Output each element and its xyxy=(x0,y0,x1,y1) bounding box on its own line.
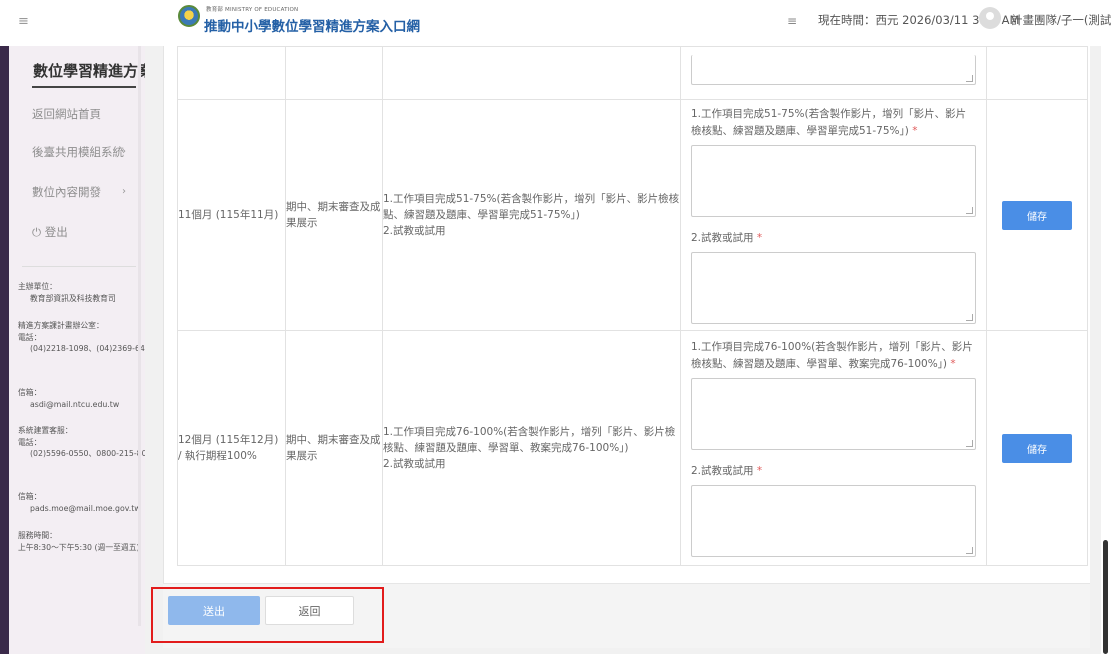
field-label: 2.試教或試用 * xyxy=(691,232,763,244)
chevron-right-icon: › xyxy=(122,186,126,197)
info-label: 電話： xyxy=(18,332,42,342)
ministry-logo-text: 教育部 MINISTRY OF EDUCATION xyxy=(206,7,299,13)
sidebar-scrollbar[interactable] xyxy=(138,46,141,626)
trial-textarea[interactable] xyxy=(691,55,976,85)
top-header: ≡ 教育部 MINISTRY OF EDUCATION 推動中小學數位學習精進方… xyxy=(0,0,1111,46)
sidebar-info-host: 主辦單位： 教育部資訊及科技教育司 xyxy=(18,281,116,304)
sidebar-divider xyxy=(22,266,136,267)
table-row: 11個月 (115年11月) 期中、期末審查及成果展示 1.工作項目完成51-7… xyxy=(177,99,1088,331)
info-value: pads.moe@mail.moe.gov.tw xyxy=(30,503,141,513)
left-edge-bar xyxy=(0,46,9,654)
table-cell xyxy=(986,46,1088,100)
scrollbar-thumb[interactable] xyxy=(1103,540,1108,654)
work-item-line: 1.工作項目完成51-75%(若含製作影片，增列「影片、影片檢核點、練習題及題庫… xyxy=(383,193,680,221)
highlight-box xyxy=(151,587,384,643)
info-value: (04)2218-1098、(04)2369-6485 xyxy=(30,344,155,353)
site-title[interactable]: 推動中小學數位學習精進方案入口網 xyxy=(204,15,420,35)
field-label: 1.工作項目完成76-100%(若含製作影片，增列「影片、影片檢核點、練習題及題… xyxy=(691,341,973,370)
table-cell xyxy=(177,46,286,100)
sidebar-info-office: 精進方案課計畫辦公室： 電話： (04)2218-1098、(04)2369-6… xyxy=(18,320,155,355)
trial-textarea[interactable] xyxy=(691,252,976,324)
sidebar-info-service-mail: 信箱： pads.moe@mail.moe.gov.tw xyxy=(18,491,141,514)
info-value: (02)5596-0550、0800-215-808 xyxy=(30,449,152,458)
ministry-logo-icon xyxy=(178,5,200,27)
info-label: 信箱： xyxy=(18,492,42,501)
info-value: 教育部資訊及科技教育司 xyxy=(30,293,116,303)
sidebar-item-backend[interactable]: 後臺共用模組系統 xyxy=(32,144,124,160)
table-cell xyxy=(285,46,383,100)
info-label: 精進方案課計畫辦公室： xyxy=(18,321,104,330)
work-item-line: 2.試教或試用 xyxy=(383,225,446,237)
save-button[interactable]: 儲存 xyxy=(1002,433,1072,463)
input-cell: 1.工作項目完成51-75%(若含製作影片，增列「影片、影片檢核點、練習題及題庫… xyxy=(680,99,987,331)
schedule-table: 11個月 (115年11月) 期中、期末審查及成果展示 1.工作項目完成51-7… xyxy=(177,46,1088,566)
required-mark: * xyxy=(756,465,763,477)
sidebar-brand: 數位學習精進方案 xyxy=(33,62,154,80)
info-label: 主辦單位： xyxy=(18,282,57,291)
action-cell: 儲存 xyxy=(986,330,1088,566)
sidebar-info-service: 系統建置客服： 電話： (02)5596-0550、0800-215-808 xyxy=(18,425,152,460)
info-label: 系統建置客服： xyxy=(18,426,73,435)
action-cell: 儲存 xyxy=(986,99,1088,331)
info-label: 信箱： xyxy=(18,388,42,397)
brand-underline xyxy=(32,86,136,88)
user-menu[interactable]: 計畫團隊/子一(測試) ▾ xyxy=(1011,12,1111,28)
work-item-line: 2.試教或試用 xyxy=(383,458,446,470)
required-mark: * xyxy=(756,232,763,244)
required-mark: * xyxy=(912,125,918,137)
field-label: 2.試教或試用 * xyxy=(691,465,763,477)
input-cell: 1.工作項目完成76-100%(若含製作影片，增列「影片、影片檢核點、練習題及題… xyxy=(680,330,987,566)
stage-cell: 期中、期末審查及成果展示 xyxy=(285,330,383,566)
work-items-cell: 1.工作項目完成76-100%(若含製作影片，增列「影片、影片檢核點、練習題及題… xyxy=(382,330,681,566)
trial-textarea[interactable] xyxy=(691,485,976,557)
header-menu-icon[interactable]: ≡ xyxy=(787,14,797,28)
required-mark: * xyxy=(950,358,956,370)
stage-cell: 期中、期末審查及成果展示 xyxy=(285,99,383,331)
work-item-line: 1.工作項目完成76-100%(若含製作影片，增列「影片、影片檢核點、練習題及題… xyxy=(383,426,676,454)
progress-textarea[interactable] xyxy=(691,378,976,450)
table-row: 12個月 (115年12月) / 執行期程100% 期中、期末審查及成果展示 1… xyxy=(177,330,1088,566)
sidebar-info-hours: 服務時間： 上午8:30～下午5:30 (週一至週五) xyxy=(18,530,140,553)
info-label: 電話： xyxy=(18,437,42,447)
chevron-right-icon: › xyxy=(122,146,126,157)
user-avatar[interactable] xyxy=(979,7,1001,29)
save-button[interactable]: 儲存 xyxy=(1002,200,1072,230)
progress-textarea[interactable] xyxy=(691,145,976,217)
period-cell: 12個月 (115年12月) / 執行期程100% xyxy=(177,330,286,566)
sidebar-item-home[interactable]: 返回網站首頁 xyxy=(32,106,101,122)
menu-toggle-icon[interactable]: ≡ xyxy=(18,14,29,29)
table-cell xyxy=(680,46,987,100)
table-cell xyxy=(382,46,681,100)
info-value: 上午8:30～下午5:30 (週一至週五) xyxy=(18,542,140,552)
sidebar-item-content-dev[interactable]: 數位內容開發 xyxy=(32,184,101,200)
info-value: asdi@mail.ntcu.edu.tw xyxy=(30,399,120,409)
period-cell: 11個月 (115年11月) xyxy=(177,99,286,331)
sidebar-info-mail: 信箱： asdi@mail.ntcu.edu.tw xyxy=(18,387,119,410)
field-label: 1.工作項目完成51-75%(若含製作影片，增列「影片、影片檢核點、練習題及題庫… xyxy=(691,108,967,137)
info-label: 服務時間： xyxy=(18,531,57,540)
sidebar-item-logout[interactable]: ⏻ 登出 xyxy=(32,224,68,240)
table-row xyxy=(177,46,1088,100)
work-items-cell: 1.工作項目完成51-75%(若含製作影片，增列「影片、影片檢核點、練習題及題庫… xyxy=(382,99,681,331)
